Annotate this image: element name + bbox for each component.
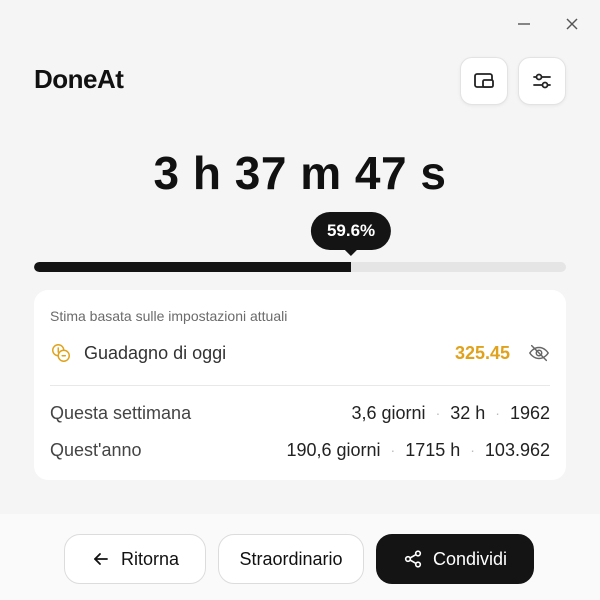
separator-dot: · (470, 442, 475, 458)
minimize-button[interactable] (514, 14, 534, 34)
separator-dot: · (390, 442, 396, 458)
week-amount: 1962 (509, 402, 550, 423)
arrow-left-icon (94, 553, 108, 565)
divider (50, 385, 550, 386)
year-days: 190,6 giorni (286, 439, 381, 460)
earnings-card: Stima basata sulle impostazioni attuali … (34, 290, 566, 480)
close-button[interactable] (562, 14, 582, 34)
week-label: Questa settimana (50, 402, 192, 423)
year-stats-row: Quest'anno 190,6 giorni · 1715 h · 103.9… (50, 439, 550, 461)
week-stats-row: Questa settimana 3,6 giorni · 32 h · 196… (50, 402, 550, 424)
overtime-button[interactable]: Straordinario (218, 534, 364, 584)
year-amount: 103.962 (484, 439, 550, 460)
back-button-label: Ritorna (120, 548, 180, 569)
minimize-icon (518, 23, 530, 25)
progress-track (34, 262, 566, 272)
year-hours: 1715 h (405, 439, 461, 460)
share-button-label: Condividi (432, 548, 508, 569)
week-values: 3,6 giorni · 32 h · 1962 (352, 403, 551, 424)
eye-off-icon[interactable] (528, 342, 550, 364)
picture-in-picture-button[interactable] (460, 57, 508, 105)
today-earnings-row: Guadagno di oggi 325.45 (50, 340, 550, 366)
coins-icon (52, 344, 70, 362)
week-hours: 32 h (450, 402, 486, 423)
window-controls (514, 14, 582, 34)
today-label: Guadagno di oggi (84, 342, 227, 363)
share-button[interactable]: Condividi (376, 534, 534, 584)
week-days: 3,6 giorni (351, 402, 426, 423)
separator-dot: · (435, 405, 441, 421)
year-values: 190,6 giorni · 1715 h · 103.962 (286, 440, 550, 461)
picture-in-picture-icon (474, 73, 494, 88)
header-actions (460, 57, 566, 105)
remaining-time: 3 h 37 m 47 s (153, 147, 447, 199)
separator-dot: · (495, 405, 500, 421)
settings-button[interactable] (518, 57, 566, 105)
action-buttons: Ritorna Straordinario Condividi (64, 534, 534, 584)
progress-fill (34, 262, 352, 272)
overtime-button-label: Straordinario (239, 548, 343, 569)
estimate-note: Stima basata sulle impostazioni attuali (50, 308, 288, 324)
back-button[interactable]: Ritorna (64, 534, 206, 584)
share-icon (404, 550, 422, 568)
app-title: DoneAt (34, 64, 124, 94)
today-value: 325.45 (454, 342, 510, 363)
close-icon (566, 18, 578, 30)
progress-bar: 59.6% (34, 212, 566, 272)
progress-percent-tooltip: 59.6% (310, 212, 392, 250)
sliders-icon (533, 73, 551, 89)
year-label: Quest'anno (50, 439, 142, 460)
